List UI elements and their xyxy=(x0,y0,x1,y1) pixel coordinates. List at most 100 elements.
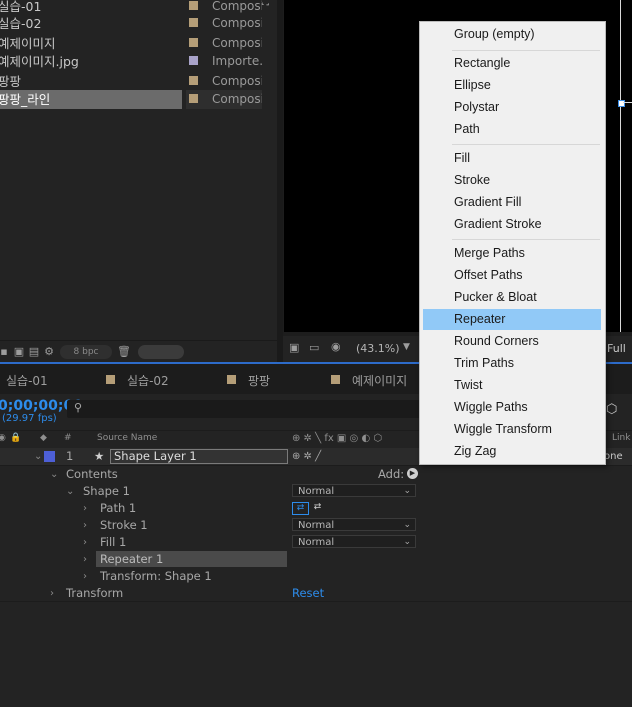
menu-item-fill[interactable]: Fill xyxy=(423,148,601,169)
path-row[interactable]: › Path 1 ⇄ ⇄ xyxy=(0,500,632,517)
delete-icon[interactable]: 🗑 xyxy=(117,345,131,358)
menu-item-ellipse[interactable]: Ellipse xyxy=(423,75,601,96)
path-direction-icon[interactable]: ⇄ xyxy=(292,502,309,515)
blend-mode-value: Normal xyxy=(298,520,335,531)
comp-flowchart-icon[interactable]: ⬡ xyxy=(606,402,617,417)
menu-item-pucker-bloat[interactable]: Pucker & Bloat xyxy=(423,287,601,308)
project-item[interactable]: 실습-02 Composi xyxy=(0,14,277,33)
menu-item-rectangle[interactable]: Rectangle xyxy=(423,53,601,74)
reset-link[interactable]: Reset xyxy=(292,586,324,601)
add-play-icon[interactable]: ▶ xyxy=(407,468,418,479)
resolution-dropdown[interactable]: Full xyxy=(607,342,626,355)
snapshot-icon[interactable]: ▣ xyxy=(289,341,299,354)
chevron-right-icon[interactable]: › xyxy=(83,552,87,567)
path-direction-reverse-icon[interactable]: ⇄ xyxy=(310,502,325,513)
transform-shape-row[interactable]: › Transform: Shape 1 xyxy=(0,568,632,585)
menu-item-stroke[interactable]: Stroke xyxy=(423,170,601,191)
search-icon: ⚲ xyxy=(74,401,83,414)
menu-item-path[interactable]: Path xyxy=(423,119,601,140)
zoom-dropdown[interactable]: (43.1%) xyxy=(356,342,400,355)
project-item[interactable]: 예제이미지 Composi xyxy=(0,34,277,53)
blend-mode-dropdown[interactable]: Normal ⌄ xyxy=(292,535,416,548)
label-tag-icon[interactable]: ◆ xyxy=(40,433,47,443)
shape-group-label: Shape 1 xyxy=(83,484,130,498)
new-composition-icon[interactable]: ▤ xyxy=(27,345,41,358)
menu-item-group-empty[interactable]: Group (empty) xyxy=(423,24,601,45)
monitor-icon[interactable]: ▭ xyxy=(309,341,319,354)
tab-comp-2[interactable]: 실습-02 xyxy=(127,372,169,389)
chevron-down-icon[interactable]: ▼ xyxy=(403,342,410,352)
label-color-swatch[interactable] xyxy=(189,1,198,10)
blend-mode-dropdown[interactable]: Normal ⌄ xyxy=(292,518,416,531)
flowchart-icon[interactable]: ⛶ xyxy=(262,0,269,8)
star-icon: ★ xyxy=(94,449,105,463)
chevron-right-icon[interactable]: › xyxy=(83,501,87,516)
tab-comp-1[interactable]: 실습-01 xyxy=(6,372,48,389)
layer-area-divider xyxy=(0,601,632,602)
label-color-swatch[interactable] xyxy=(189,56,198,65)
parent-dropdown[interactable]: one xyxy=(604,449,623,464)
lock-icon[interactable]: 🔒 xyxy=(10,433,21,443)
eye-icon[interactable]: ◉ xyxy=(0,433,6,443)
mask-icon[interactable]: ◉ xyxy=(331,340,341,353)
thumbnail-size-slider[interactable] xyxy=(138,345,184,359)
project-item-type: Composi xyxy=(212,16,262,30)
repeater-row[interactable]: › Repeater 1 xyxy=(0,551,632,568)
stroke-row[interactable]: › Stroke 1 Normal ⌄ xyxy=(0,517,632,534)
shape-group-row[interactable]: ⌄ Shape 1 Normal ⌄ xyxy=(0,483,632,500)
menu-item-wiggle-paths[interactable]: Wiggle Paths xyxy=(423,397,601,418)
layer-number: 1 xyxy=(66,449,74,463)
chevron-down-icon[interactable]: ⌄ xyxy=(50,467,58,482)
settings-icon[interactable]: ⚙ xyxy=(42,345,56,358)
menu-item-repeater[interactable]: Repeater xyxy=(423,309,601,330)
add-shape-context-menu: Group (empty) Rectangle Ellipse Polystar… xyxy=(419,21,606,465)
menu-item-zig-zag[interactable]: Zig Zag xyxy=(423,441,601,462)
contents-row[interactable]: ⌄ Contents Add: ▶ xyxy=(0,466,632,483)
project-item-name: 팡팡 xyxy=(0,74,22,89)
menu-item-trim-paths[interactable]: Trim Paths xyxy=(423,353,601,374)
menu-item-twist[interactable]: Twist xyxy=(423,375,601,396)
label-color-swatch[interactable] xyxy=(189,94,198,103)
chevron-down-icon[interactable]: ⌄ xyxy=(66,484,74,499)
source-name-column[interactable]: Source Name xyxy=(97,433,157,443)
interpret-footage-icon[interactable]: ▪ xyxy=(0,345,11,358)
project-item-name: 예제이미지.jpg xyxy=(0,54,79,69)
menu-item-round-corners[interactable]: Round Corners xyxy=(423,331,601,352)
layer-search-input[interactable]: ⚲ xyxy=(67,400,422,418)
label-color-swatch[interactable] xyxy=(189,18,198,27)
project-item[interactable]: 예제이미지.jpg Importe.. xyxy=(0,52,277,71)
layer-label-color[interactable] xyxy=(44,451,55,462)
layer-switches[interactable]: ⊕ ✲ ╱ xyxy=(292,449,321,464)
project-item-selected[interactable]: 팡팡_라인 Composi xyxy=(0,90,277,109)
menu-item-gradient-stroke[interactable]: Gradient Stroke xyxy=(423,214,601,235)
chevron-right-icon[interactable]: › xyxy=(83,518,87,533)
chevron-right-icon[interactable]: › xyxy=(83,569,87,584)
menu-item-merge-paths[interactable]: Merge Paths xyxy=(423,243,601,264)
tab-color-swatch xyxy=(331,375,340,384)
menu-item-wiggle-transform[interactable]: Wiggle Transform xyxy=(423,419,601,440)
project-item-type: Composi xyxy=(212,74,262,88)
bit-depth-button[interactable]: 8 bpc xyxy=(60,345,112,359)
tab-color-swatch xyxy=(227,375,236,384)
label-color-swatch[interactable] xyxy=(189,76,198,85)
menu-item-polystar[interactable]: Polystar xyxy=(423,97,601,118)
transform-row[interactable]: › Transform Reset xyxy=(0,585,632,602)
tab-comp-4[interactable]: 예제이미지 xyxy=(352,372,407,389)
project-item[interactable]: 팡팡 Composi xyxy=(0,72,277,91)
chevron-right-icon[interactable]: › xyxy=(50,586,54,601)
project-item-name: 실습-02 xyxy=(0,16,42,31)
fill-row[interactable]: › Fill 1 Normal ⌄ xyxy=(0,534,632,551)
frame-rate-label: (29.97 fps) xyxy=(2,413,57,424)
path-label: Path 1 xyxy=(100,501,137,515)
layer-name: Shape Layer 1 xyxy=(114,449,197,463)
menu-item-offset-paths[interactable]: Offset Paths xyxy=(423,265,601,286)
number-column-icon: # xyxy=(64,433,72,443)
chevron-right-icon[interactable]: › xyxy=(83,535,87,550)
blend-mode-dropdown[interactable]: Normal ⌄ xyxy=(292,484,416,497)
menu-item-gradient-fill[interactable]: Gradient Fill xyxy=(423,192,601,213)
tab-comp-3[interactable]: 팡팡 xyxy=(248,372,270,389)
canvas-guide-line xyxy=(620,0,621,332)
label-color-swatch[interactable] xyxy=(189,38,198,47)
new-folder-icon[interactable]: ▣ xyxy=(12,345,26,358)
chevron-down-icon[interactable]: ⌄ xyxy=(34,449,42,464)
